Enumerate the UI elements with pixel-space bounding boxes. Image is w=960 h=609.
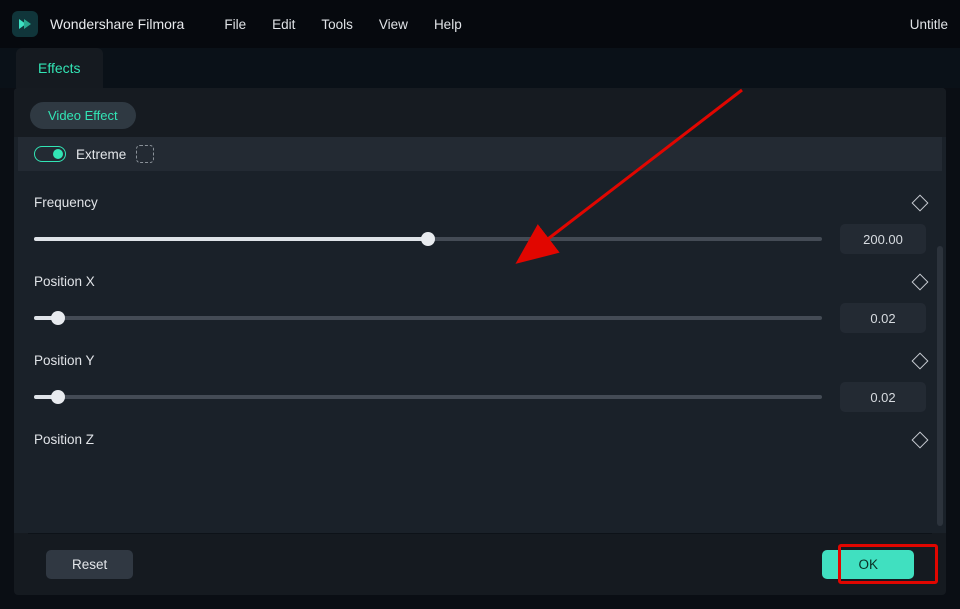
properties-list: Frequency 200.00 Position X (14, 171, 946, 453)
effects-panel-body: Video Effect Extreme Frequency 200.00 (14, 88, 946, 533)
effect-category-row: Video Effect (14, 88, 946, 137)
menu-view[interactable]: View (379, 17, 408, 32)
crop-icon[interactable] (136, 145, 154, 163)
menu-file[interactable]: File (224, 17, 246, 32)
prop-frequency-slider[interactable] (34, 233, 822, 245)
keyframe-icon[interactable] (912, 194, 929, 211)
menu-tools[interactable]: Tools (321, 17, 353, 32)
project-name: Untitle (910, 17, 948, 32)
ok-button[interactable]: OK (822, 550, 914, 579)
prop-position-x-slider[interactable] (34, 312, 822, 324)
keyframe-icon[interactable] (912, 273, 929, 290)
prop-position-x-label: Position X (34, 274, 95, 289)
prop-position-y: Position Y 0.02 (18, 335, 942, 414)
video-effect-pill[interactable]: Video Effect (30, 102, 136, 129)
prop-position-x-value[interactable]: 0.02 (840, 303, 926, 333)
reset-button[interactable]: Reset (46, 550, 133, 579)
keyframe-icon[interactable] (912, 431, 929, 448)
keyframe-icon[interactable] (912, 352, 929, 369)
prop-position-y-value[interactable]: 0.02 (840, 382, 926, 412)
menu-edit[interactable]: Edit (272, 17, 295, 32)
effect-header-row: Extreme (18, 137, 942, 171)
menu-help[interactable]: Help (434, 17, 462, 32)
title-bar: Wondershare Filmora File Edit Tools View… (0, 0, 960, 48)
effects-panel: Video Effect Extreme Frequency 200.00 (14, 88, 946, 595)
panel-footer: Reset OK (28, 533, 932, 595)
prop-frequency: Frequency 200.00 (18, 177, 942, 256)
menu-bar: File Edit Tools View Help (224, 17, 461, 32)
app-name: Wondershare Filmora (50, 16, 184, 32)
vertical-scrollbar[interactable] (937, 246, 943, 526)
prop-frequency-label: Frequency (34, 195, 98, 210)
effect-enable-toggle[interactable] (34, 146, 66, 162)
prop-position-y-label: Position Y (34, 353, 95, 368)
prop-position-z: Position Z (18, 414, 942, 447)
tab-effects[interactable]: Effects (16, 48, 103, 88)
effect-name: Extreme (76, 147, 126, 162)
prop-position-y-slider[interactable] (34, 391, 822, 403)
app-logo-icon (12, 11, 38, 37)
prop-position-z-label: Position Z (34, 432, 94, 447)
prop-position-x: Position X 0.02 (18, 256, 942, 335)
prop-frequency-value[interactable]: 200.00 (840, 224, 926, 254)
inspector-tabs: Effects (0, 48, 960, 88)
